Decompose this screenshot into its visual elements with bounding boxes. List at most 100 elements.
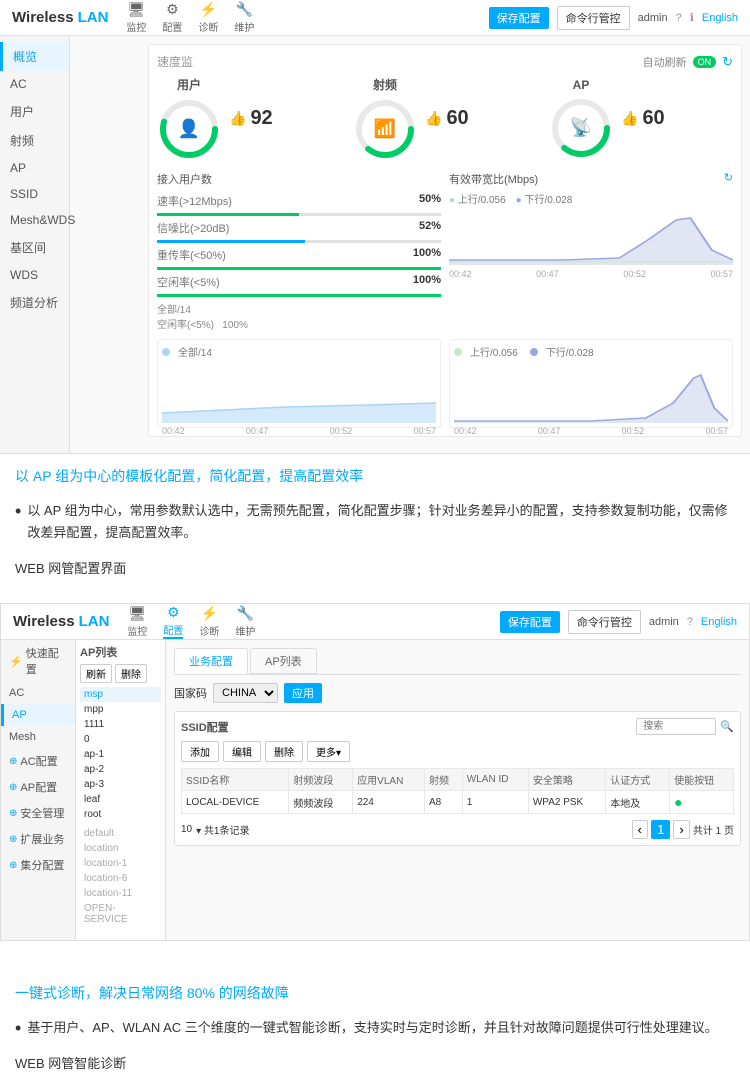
- sidebar-item-wds[interactable]: WDS: [0, 262, 69, 288]
- sc2-nav-config[interactable]: ⚙ 配置: [163, 604, 183, 639]
- sc2-security[interactable]: ⊕安全管理: [1, 800, 75, 826]
- sidebar-item-channel[interactable]: 频道分析: [0, 288, 69, 317]
- gauge-ap-icon: 📡: [570, 117, 592, 138]
- sidebar-item-basearea[interactable]: 基区间: [0, 233, 69, 262]
- sc2-mesh[interactable]: Mesh: [1, 726, 75, 748]
- ssid-row-0: LOCAL-DEVICE 频频波段 224 A8 1 WPA2 PSK 本地及 …: [182, 791, 734, 814]
- sc2-nav-maintain[interactable]: 🔧 维护: [235, 605, 255, 638]
- ap-refresh-button[interactable]: 刷新: [80, 664, 112, 683]
- chart2-svg: [454, 363, 728, 423]
- cmd-button[interactable]: 命令行管控: [557, 6, 630, 30]
- col-band: 射频波段: [289, 769, 353, 791]
- apply-button[interactable]: 应用: [284, 683, 322, 703]
- gauge-user: 用户 👤 👍: [157, 76, 341, 161]
- ssid-add-button[interactable]: 添加: [181, 741, 219, 762]
- nav-diagnose[interactable]: ⚡ 诊断: [198, 1, 218, 34]
- ssid-edit-button[interactable]: 编辑: [223, 741, 261, 762]
- nav-maintain-label: 维护: [234, 19, 254, 34]
- col-radio: 射频: [425, 769, 463, 791]
- ssid-more-button[interactable]: 更多▾: [307, 741, 350, 762]
- sc2-ac[interactable]: AC: [1, 682, 75, 704]
- sc2-cmd-button[interactable]: 命令行管控: [568, 610, 641, 634]
- auto-refresh-label: 自动刷新: [643, 54, 687, 70]
- ac-config-label: AC配置: [20, 753, 57, 769]
- nav-diagnose-label: 诊断: [198, 19, 218, 34]
- stats-row-snr: 信噪比(>20dB) 52%: [157, 218, 441, 238]
- country-select[interactable]: CHINA: [213, 683, 278, 703]
- per-page: 10 ▾ 共1条记录: [181, 822, 249, 837]
- sc2-ap[interactable]: AP: [1, 704, 75, 726]
- ap-delete-button[interactable]: 删除: [115, 664, 147, 683]
- nav-monitor[interactable]: 🖥 监控: [126, 1, 146, 34]
- sc2-nav-diagnose[interactable]: ⚡ 诊断: [199, 605, 219, 638]
- ssid-search-input[interactable]: [636, 718, 716, 735]
- sc2-lang-label[interactable]: English: [701, 616, 737, 628]
- ssid-delete-button[interactable]: 删除: [265, 741, 303, 762]
- sidebar-item-ac[interactable]: AC: [0, 71, 69, 97]
- ap-item-leaf[interactable]: leaf: [80, 792, 161, 807]
- ap-item-1111[interactable]: 1111: [80, 717, 161, 732]
- refresh2-icon[interactable]: ↻: [724, 171, 733, 187]
- gauge-radio-icon: 📶: [374, 119, 396, 140]
- ssid-auth-cell: 本地及: [606, 791, 670, 814]
- sc2-ac-config[interactable]: ⊕AC配置: [1, 748, 75, 774]
- stats-users: 接入用户数 速率(>12Mbps) 50% 信噪比(>20dB) 52%: [157, 171, 441, 331]
- sidebar-item-overview[interactable]: 概览: [0, 42, 69, 71]
- sc2-nav-monitor[interactable]: 🖥 监控: [127, 605, 147, 638]
- ap-item-root[interactable]: root: [80, 807, 161, 822]
- lang-label[interactable]: English: [702, 12, 738, 24]
- sidebar-item-mesh[interactable]: Mesh&WDS: [0, 207, 69, 233]
- gauge-radio-value: 60: [446, 107, 468, 130]
- tab-ap-list[interactable]: AP列表: [250, 648, 317, 674]
- ap-item-mpp[interactable]: mpp: [80, 702, 161, 717]
- col-enable: 使能按钮: [670, 769, 734, 791]
- sidebar-item-radio[interactable]: 射频: [0, 126, 69, 155]
- refresh-icon[interactable]: ↻: [722, 54, 733, 70]
- ap-item-ap2[interactable]: ap-2: [80, 762, 161, 777]
- logo: Wireless LAN: [12, 9, 108, 26]
- page-1-button[interactable]: 1: [651, 820, 670, 839]
- nav-maintain[interactable]: 🔧 维护: [234, 1, 254, 34]
- bandwidth-svg: [449, 210, 733, 265]
- sc2-dist[interactable]: ⊕集分配置: [1, 852, 75, 878]
- ap-item-msp[interactable]: msp: [80, 687, 161, 702]
- sidebar-item-user[interactable]: 用户: [0, 97, 69, 126]
- sc2-nav-monitor-label: 监控: [127, 623, 147, 638]
- sidebar-item-ssid[interactable]: SSID: [0, 181, 69, 207]
- tab-business-config[interactable]: 业务配置: [174, 648, 248, 674]
- sc2-diagnose-icon: ⚡: [201, 605, 218, 622]
- chart1-area: 00:4200:4700:5200:57: [162, 363, 436, 423]
- bullet-text-2: 基于用户、AP、WLAN AC 三个维度的一键式智能诊断，支持实时与定时诊断，并…: [27, 1017, 717, 1039]
- chart-users: 全部/14 00:4200:4700:5200:57: [157, 339, 441, 428]
- sc2-extend[interactable]: ⊕扩展业务: [1, 826, 75, 852]
- ap-item-ap3[interactable]: ap-3: [80, 777, 161, 792]
- stats-tables: 接入用户数 速率(>12Mbps) 50% 信噪比(>20dB) 52%: [157, 171, 733, 331]
- config-icon: ⚙: [166, 1, 179, 18]
- ap-item-ap1[interactable]: ap-1: [80, 747, 161, 762]
- gauge-user-icon: 👤: [178, 119, 200, 140]
- gauge-user-value: 92: [250, 107, 272, 130]
- legend-up-label: 上行/0.056: [470, 344, 518, 359]
- sc2-quick-config[interactable]: ⚡ 快速配置: [1, 640, 75, 682]
- gauge-radio-num: 👍 60: [425, 107, 469, 130]
- ap-list-panel: AP列表 刷新 删除 msp mpp 1111 0 ap-1 ap-2 ap-3…: [76, 640, 166, 940]
- ssid-name-cell: LOCAL-DEVICE: [182, 791, 289, 814]
- gauge-user-circle: 👤: [157, 97, 221, 161]
- next-page-button[interactable]: ›: [673, 820, 689, 839]
- sc2-logo-wireless: Wireless: [13, 613, 75, 630]
- col-wlan-id: WLAN ID: [462, 769, 528, 791]
- ap-item-0[interactable]: 0: [80, 732, 161, 747]
- sc2-ap-config[interactable]: ⊕AP配置: [1, 774, 75, 800]
- nav-config[interactable]: ⚙ 配置: [162, 1, 182, 34]
- sc2-save-button[interactable]: 保存配置: [500, 611, 560, 633]
- ssid-search-icon[interactable]: 🔍: [720, 720, 734, 733]
- gauge-radio-circle: 📶: [353, 97, 417, 161]
- stats-idle2: 空闲率(<5%) 100%: [157, 316, 441, 331]
- enable-dot[interactable]: ●: [674, 794, 682, 810]
- save-config-button[interactable]: 保存配置: [489, 7, 549, 29]
- sidebar: 概览 AC 用户 射频 AP SSID Mesh&WDS 基区间 WDS 频道分…: [0, 36, 70, 453]
- prev-page-button[interactable]: ‹: [632, 820, 648, 839]
- sidebar-item-ap[interactable]: AP: [0, 155, 69, 181]
- legend-dot-all: [162, 348, 170, 356]
- stats-row-speed: 速率(>12Mbps) 50%: [157, 191, 441, 211]
